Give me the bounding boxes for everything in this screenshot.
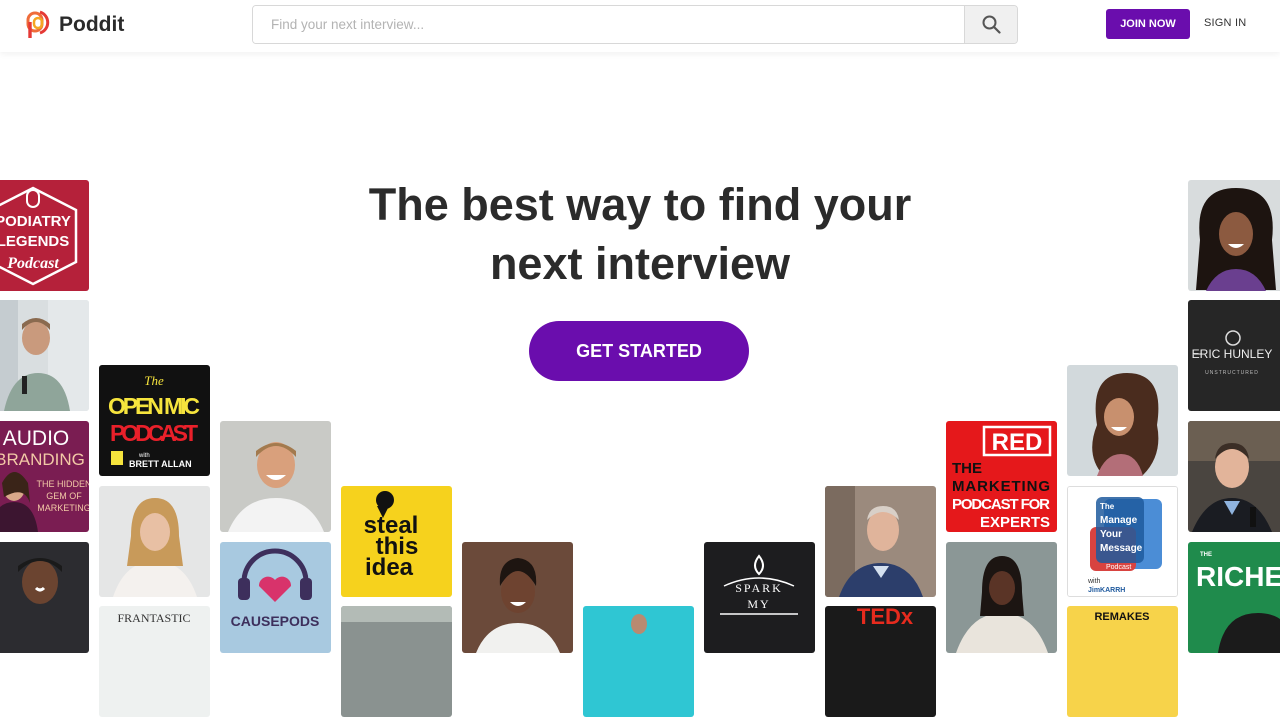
tile-text: MY <box>747 597 770 611</box>
podcast-tile-woman-outdoor[interactable] <box>341 606 452 717</box>
podcast-tile-man-microphone[interactable] <box>1188 421 1280 532</box>
hero-title-line-2: next interview <box>489 238 791 289</box>
tile-text: BRANDING <box>0 450 85 469</box>
podcast-tile-tedx[interactable]: TEDx <box>825 606 936 717</box>
tile-text: MARKETING <box>37 503 89 513</box>
tile-text: CAUSEPODS <box>231 613 320 629</box>
podcast-tile-man-suit[interactable] <box>825 486 936 597</box>
tile-text: REMAKES <box>1094 611 1149 623</box>
tile-text: Podcast <box>1106 564 1131 571</box>
tile-text: UNSTRUCTURED <box>1205 370 1259 376</box>
tile-text: AUDIO <box>3 427 70 450</box>
tile-text: idea <box>365 554 414 581</box>
tile-text: The <box>1100 502 1115 511</box>
get-started-button[interactable]: GET STARTED <box>529 321 749 381</box>
tile-text: RED <box>992 429 1043 456</box>
tile-text: SPARK <box>735 581 783 595</box>
brand-name: Poddit <box>59 12 125 36</box>
podcast-tile-open-mic[interactable]: The OPEN MIC PODCAST with BRETT ALLAN <box>99 365 210 476</box>
tile-text: OPEN MIC <box>108 393 200 419</box>
podcast-tile-richer[interactable]: THE RICHER <box>1188 542 1280 653</box>
hero-title: The best way to find your next interview <box>0 175 1280 293</box>
podcast-tile-woman-shawl[interactable] <box>946 542 1057 653</box>
podcast-tile-steal-this-idea[interactable]: steal this idea <box>341 486 452 597</box>
tile-text: Manage <box>1100 515 1138 526</box>
podcast-tile-audio-branding[interactable]: AUDIO BRANDING THE HIDDEN GEM OF MARKETI… <box>0 421 89 532</box>
join-now-button[interactable]: JOIN NOW <box>1106 9 1190 39</box>
podcast-logo-icon <box>26 10 50 38</box>
top-nav: Poddit JOIN NOW SIGN IN <box>0 0 1280 52</box>
podcast-tile-remakes[interactable]: REMAKES <box>1067 606 1178 717</box>
tile-text: BRETT ALLAN <box>129 459 192 469</box>
search-input[interactable] <box>253 6 964 43</box>
tile-text: JimKARRH <box>1088 587 1125 594</box>
podcast-tile-red-marketing[interactable]: RED THE MARKETING PODCAST FOR EXPERTS <box>946 421 1057 532</box>
tile-text: RICHER <box>1196 561 1280 592</box>
search-button[interactable] <box>964 6 1017 43</box>
tile-text: Message <box>1100 543 1143 554</box>
podcast-tile-woman-smiling[interactable] <box>462 542 573 653</box>
tile-text: PODCAST FOR <box>952 496 1050 513</box>
tile-text: EXPERTS <box>980 514 1050 531</box>
hero-title-line-1: The best way to find your <box>368 179 912 230</box>
tile-text: TEDx <box>857 606 914 629</box>
podcast-tile-man-laughing[interactable] <box>220 421 331 532</box>
podcast-tile-eric-hunley[interactable]: ERIC HUNLEY UNSTRUCTURED <box>1188 300 1280 411</box>
tile-text: ERIC HUNLEY <box>1192 347 1273 361</box>
tile-text: The <box>144 373 164 388</box>
tile-text: MARKETING <box>952 478 1050 495</box>
podcast-tile-woman-curly[interactable] <box>1067 365 1178 476</box>
podcast-tile-woman-blonde[interactable] <box>99 486 210 597</box>
tile-text: THE <box>1200 552 1212 558</box>
search-bar <box>252 5 1018 44</box>
tile-text: with <box>1087 578 1101 585</box>
podcast-tile-manage-your-message[interactable]: The Manage Your Message Podcast with Jim… <box>1067 486 1178 597</box>
podcast-tile-man-smiling[interactable] <box>0 542 89 653</box>
podcast-tile-spark-my[interactable]: SPARK MY <box>704 542 815 653</box>
podcast-tile-frantastic[interactable]: FRANTASTIC <box>99 606 210 717</box>
tile-text: FRANTASTIC <box>117 611 190 625</box>
podcast-tile-teal[interactable] <box>583 606 694 717</box>
tile-text: GEM OF <box>46 491 82 501</box>
tile-text: Your <box>1100 529 1122 540</box>
podcast-tile-causepods[interactable]: CAUSEPODS <box>220 542 331 653</box>
tile-text: THE HIDDEN <box>36 479 89 489</box>
logo-link[interactable]: Poddit <box>26 9 124 40</box>
tile-text: THE <box>952 460 982 477</box>
sign-in-link[interactable]: SIGN IN <box>1204 17 1246 29</box>
tile-text: PODCAST <box>110 420 198 446</box>
podcast-tile-man-portrait[interactable] <box>0 300 89 411</box>
search-icon <box>982 15 1001 34</box>
